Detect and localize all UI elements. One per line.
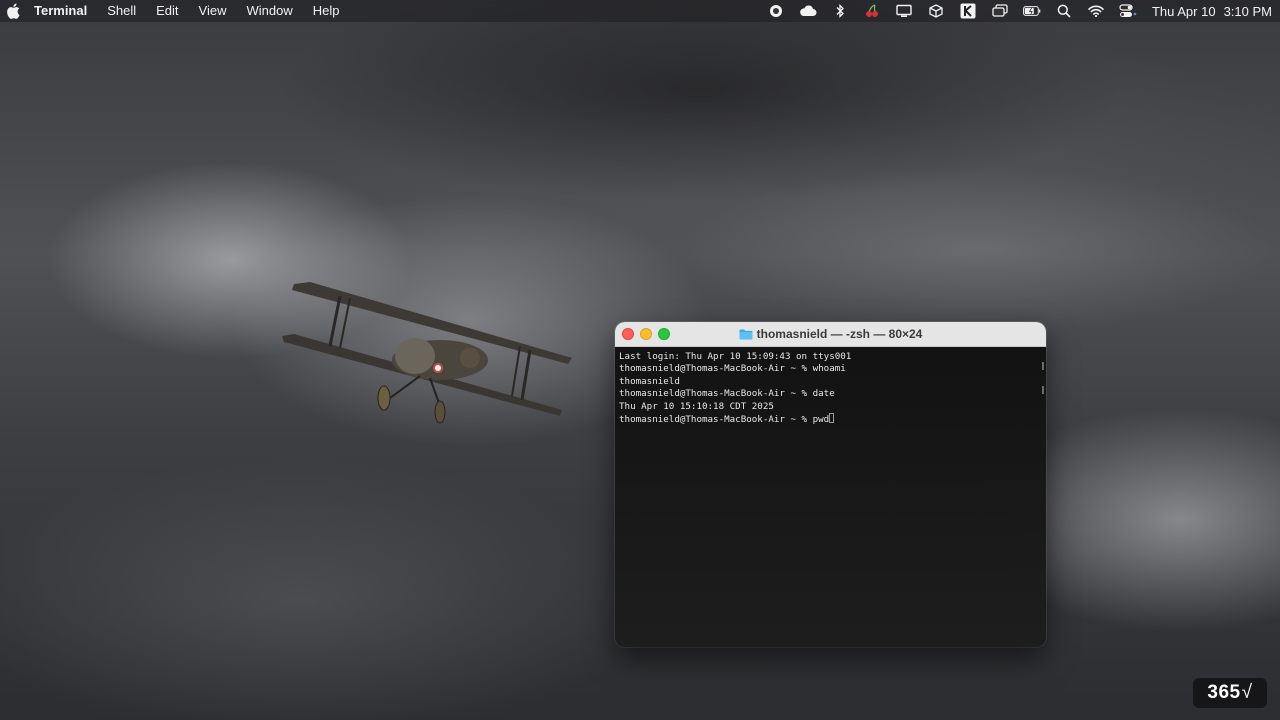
menu-shell[interactable]: Shell: [107, 0, 136, 22]
terminal-line: Last login: Thu Apr 10 15:09:43 on ttys0…: [619, 351, 852, 362]
minimize-button[interactable]: [640, 328, 652, 340]
keyboard-maestro-icon[interactable]: [959, 3, 977, 19]
terminal-line: thomasnield: [619, 375, 680, 387]
window-icon[interactable]: [991, 3, 1009, 19]
window-controls: [622, 328, 676, 340]
terminal-output[interactable]: Last login: Thu Apr 10 15:09:43 on ttys0…: [615, 347, 1046, 647]
terminal-prompt-line[interactable]: thomasnield@Thomas-MacBook-Air ~ % pwd: [619, 412, 1042, 425]
scroll-marker: [1042, 362, 1044, 370]
terminal-line: thomasnield@Thomas-MacBook-Air ~ % whoam…: [619, 363, 846, 375]
zoom-button[interactable]: [658, 328, 670, 340]
watermark-text: 365: [1207, 682, 1241, 703]
apple-menu-icon[interactable]: [6, 3, 20, 19]
screen-record-icon[interactable]: [767, 3, 785, 19]
window-title: thomasnield — -zsh — 80×24: [739, 327, 923, 341]
icloud-icon[interactable]: [799, 3, 817, 19]
close-button[interactable]: [622, 328, 634, 340]
watermark-logo: 365 √: [1193, 678, 1267, 708]
biplane-image: [282, 282, 572, 424]
menu-bar-clock[interactable]: Thu Apr 10 3:10 PM: [1152, 4, 1272, 19]
menu-app-name[interactable]: Terminal: [34, 0, 87, 22]
menu-edit[interactable]: Edit: [156, 0, 178, 22]
menu-help[interactable]: Help: [313, 0, 340, 22]
wifi-icon[interactable]: [1087, 3, 1105, 19]
clock-time: 3:10 PM: [1223, 3, 1272, 19]
battery-icon[interactable]: [1023, 3, 1041, 19]
window-title-text: thomasnield — -zsh — 80×24: [756, 327, 923, 341]
terminal-titlebar[interactable]: thomasnield — -zsh — 80×24: [615, 322, 1046, 347]
text-cursor: [829, 412, 835, 423]
scroll-marker: [1042, 386, 1044, 394]
control-center-icon[interactable]: [1119, 3, 1137, 19]
watermark-mark: √: [1241, 682, 1253, 703]
display-icon[interactable]: [895, 3, 913, 19]
folder-icon: [739, 329, 753, 339]
terminal-window[interactable]: thomasnield — -zsh — 80×24 Last login: T…: [615, 322, 1046, 647]
menu-view[interactable]: View: [199, 0, 227, 22]
terminal-line: thomasnield@Thomas-MacBook-Air ~ % date: [619, 388, 835, 400]
cherry-icon[interactable]: [863, 3, 881, 19]
terminal-line: Thu Apr 10 15:10:18 CDT 2025: [619, 400, 774, 412]
search-icon[interactable]: [1055, 3, 1073, 19]
menu-bar: Terminal Shell Edit View Window Help Thu…: [0, 0, 1280, 22]
clock-date: Thu Apr 10: [1151, 3, 1216, 19]
menu-bar-status-area: Thu Apr 10 3:10 PM: [760, 0, 1272, 22]
package-icon[interactable]: [927, 3, 945, 19]
menu-window[interactable]: Window: [247, 0, 293, 22]
terminal-current-command: thomasnield@Thomas-MacBook-Air ~ % pwd: [619, 413, 830, 425]
bluetooth-icon[interactable]: [831, 3, 849, 19]
